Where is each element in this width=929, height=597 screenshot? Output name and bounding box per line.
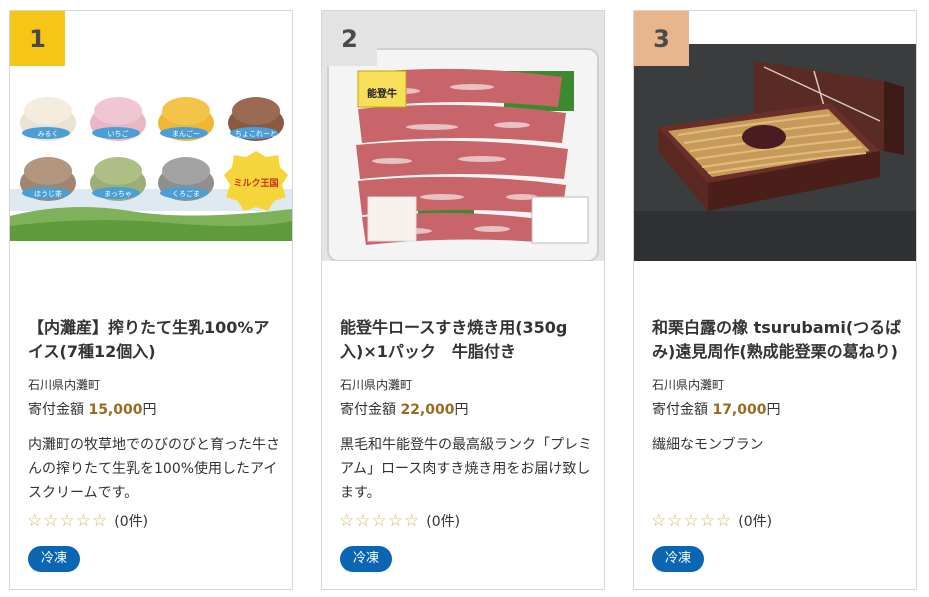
rating: ☆ ☆ ☆ ☆ ☆ (0件) (339, 511, 460, 531)
svg-text:能登牛: 能登牛 (367, 87, 397, 100)
star-empty-icon: ☆ (683, 511, 699, 531)
flavor-label-2: いちご (108, 129, 129, 138)
municipality: 石川県内灘町 (28, 378, 101, 392)
star-empty-icon: ☆ (716, 511, 732, 531)
review-count: (0件) (426, 514, 461, 530)
rating: ☆ ☆ ☆ ☆ ☆ (0件) (651, 511, 772, 531)
product-title[interactable]: 和栗白露の橡 tsurubami(つるばみ)遠見周作(熟成能登栗の葛ねり) (652, 316, 904, 364)
donation-amount: 寄付金額 22,000円 (340, 399, 468, 419)
product-description: 黒毛和牛能登牛の最高級ランク「プレミアム」ロース肉すき焼き用をお届け致します。 (340, 437, 592, 501)
flavor-label-6: まっちゃ (104, 190, 132, 198)
flavor-label-7: くろごま (172, 189, 200, 198)
amount-unit: 円 (142, 402, 157, 418)
star-empty-icon: ☆ (387, 511, 403, 531)
amount-label: 寄付金額 (652, 402, 708, 418)
star-empty-icon: ☆ (75, 511, 91, 531)
amount-value: 22,000 (400, 402, 455, 418)
star-empty-icon: ☆ (59, 511, 75, 531)
star-empty-icon: ☆ (404, 511, 420, 531)
flavor-label-3: まんごー (172, 129, 200, 138)
star-empty-icon: ☆ (27, 511, 43, 531)
amount-value: 17,000 (712, 402, 767, 418)
amount-unit: 円 (454, 402, 469, 418)
review-count: (0件) (114, 514, 149, 530)
amount-unit: 円 (766, 402, 781, 418)
star-empty-icon: ☆ (43, 511, 59, 531)
rating: ☆ ☆ ☆ ☆ ☆ (0件) (27, 511, 148, 531)
product-title[interactable]: 能登牛ロースすき焼き用(350g入)×1パック 牛脂付き (340, 316, 592, 364)
rank-badge: 1 (10, 11, 65, 66)
rank-badge: 2 (322, 11, 377, 66)
donation-amount: 寄付金額 17,000円 (652, 399, 780, 419)
flavor-label-4: ちょこれーと (235, 130, 277, 138)
noto-beef-sticker: 能登牛 (357, 70, 407, 108)
amount-label: 寄付金額 (340, 402, 396, 418)
amount-value: 15,000 (88, 402, 143, 418)
product-description: 内灘町の牧草地でのびのびと育った牛さんの搾りたて生乳を100%使用したアイスクリ… (28, 437, 280, 501)
frozen-badge: 冷凍 (652, 546, 705, 572)
star-empty-icon: ☆ (667, 511, 683, 531)
frozen-badge: 冷凍 (340, 546, 393, 572)
star-empty-icon: ☆ (651, 511, 667, 531)
flavor-label-1: みるく (38, 130, 59, 138)
amount-label: 寄付金額 (28, 402, 84, 418)
ranking-grid: 1 みるく いちご まんごー ちょこれーと ほうじ茶 まっちゃ くろごま ミルク… (0, 0, 929, 597)
product-card-1[interactable]: 1 みるく いちご まんごー ちょこれーと ほうじ茶 まっちゃ くろごま ミルク… (9, 10, 293, 590)
product-description: 繊細なモンブラン (652, 437, 764, 453)
star-empty-icon: ☆ (699, 511, 715, 531)
donation-amount: 寄付金額 15,000円 (28, 399, 156, 419)
product-card-3[interactable]: 3 和栗白露の橡 tsurubami(つるばみ)遠見周作(熟成能登栗の葛ねり) … (633, 10, 917, 590)
product-card-2[interactable]: 2 能登牛 能登牛ロースすき焼き用(350g入)×1パック 牛脂付き 石川県内灘… (321, 10, 605, 590)
star-empty-icon: ☆ (355, 511, 371, 531)
municipality: 石川県内灘町 (340, 378, 413, 392)
flavor-label-5: ほうじ茶 (34, 189, 62, 198)
review-count: (0件) (738, 514, 773, 530)
frozen-badge: 冷凍 (28, 546, 81, 572)
product-title[interactable]: 【内灘産】搾りたて生乳100%アイス(7種12個入) (28, 316, 280, 364)
municipality: 石川県内灘町 (652, 378, 725, 392)
star-empty-icon: ☆ (339, 511, 355, 531)
star-empty-icon: ☆ (92, 511, 108, 531)
star-empty-icon: ☆ (371, 511, 387, 531)
rank-badge: 3 (634, 11, 689, 66)
svg-text:ミルク王国: ミルク王国 (233, 178, 278, 189)
